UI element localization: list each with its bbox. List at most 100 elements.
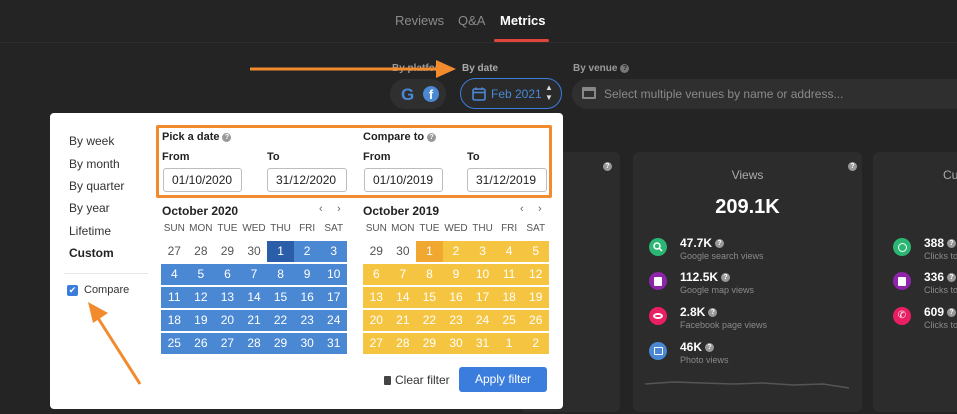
calendar-day[interactable]: 9	[293, 264, 321, 285]
facebook-icon[interactable]: f	[423, 86, 439, 102]
calendar-day[interactable]: 24	[469, 310, 496, 331]
calendar-day[interactable]: 18	[161, 310, 188, 331]
calendar-day[interactable]: 18	[495, 287, 523, 308]
calendar-day[interactable]: 1	[495, 333, 523, 354]
calendar-day[interactable]: 21	[240, 310, 268, 331]
calendar-day[interactable]: 5	[187, 264, 215, 285]
calendar-day[interactable]: 23	[442, 310, 470, 331]
prev-month-icon-2[interactable]: ‹	[520, 203, 524, 215]
calendar-day[interactable]: 20	[363, 310, 390, 331]
option-by-month[interactable]: By month	[69, 157, 120, 171]
google-icon[interactable]: G	[401, 85, 414, 105]
calendar-day[interactable]: 9	[442, 264, 470, 285]
calendar-day[interactable]: 27	[214, 333, 241, 354]
calendar-day[interactable]: 26	[522, 310, 549, 331]
calendar-day[interactable]: 15	[416, 287, 443, 308]
next-month-icon-1[interactable]: ›	[337, 203, 341, 215]
calendar-day[interactable]: 2	[293, 241, 321, 262]
calendar-day[interactable]: 12	[187, 287, 215, 308]
tab-qa[interactable]: Q&A	[458, 13, 485, 28]
calendar-day[interactable]: 27	[161, 241, 188, 262]
calendar-day[interactable]: 26	[187, 333, 215, 354]
calendar-day[interactable]: 7	[240, 264, 268, 285]
help-icon: ?	[947, 239, 957, 249]
tab-metrics[interactable]: Metrics	[500, 13, 546, 28]
option-by-quarter[interactable]: By quarter	[69, 179, 124, 193]
option-by-week[interactable]: By week	[69, 134, 114, 148]
calendar-day[interactable]: 25	[495, 310, 523, 331]
calendar-day[interactable]: 16	[293, 287, 321, 308]
calendar-day[interactable]: 2	[442, 241, 470, 262]
calendar-day[interactable]: 21	[389, 310, 417, 331]
calendar-day[interactable]: 3	[320, 241, 347, 262]
calendar-day[interactable]: 28	[240, 333, 268, 354]
calendar-day[interactable]: 31	[469, 333, 496, 354]
calendar-day[interactable]: 11	[161, 287, 188, 308]
calendar-day[interactable]: 10	[320, 264, 347, 285]
calendar-day[interactable]: 16	[442, 287, 470, 308]
calendar-day[interactable]: 12	[522, 264, 549, 285]
calendar-day[interactable]: 31	[320, 333, 347, 354]
prev-month-icon-1[interactable]: ‹	[319, 203, 323, 215]
trash-icon	[384, 376, 391, 385]
calendar-day[interactable]: 8	[267, 264, 294, 285]
calendar-day[interactable]: 29	[267, 333, 294, 354]
calendar-day[interactable]: 13	[214, 287, 241, 308]
option-custom[interactable]: Custom	[69, 246, 114, 260]
calendar-day[interactable]: 14	[389, 287, 417, 308]
calendar-day[interactable]: 24	[320, 310, 347, 331]
calendar-day[interactable]: 1	[267, 241, 294, 262]
calendar-day[interactable]: 4	[161, 264, 188, 285]
calendar-day[interactable]: 30	[442, 333, 470, 354]
calendar-day[interactable]: 6	[214, 264, 241, 285]
option-lifetime[interactable]: Lifetime	[69, 224, 111, 238]
next-month-icon-2[interactable]: ›	[538, 203, 542, 215]
apply-filter-button[interactable]: Apply filter	[459, 367, 547, 392]
calendar-day[interactable]: 29	[214, 241, 241, 262]
search-icon	[649, 238, 667, 256]
calendar-day[interactable]: 5	[522, 241, 549, 262]
weekday-header: WED	[444, 223, 468, 234]
store-icon	[582, 87, 596, 99]
calendar-day[interactable]: 15	[267, 287, 294, 308]
calendar-day[interactable]: 19	[522, 287, 549, 308]
calendar-day[interactable]: 10	[469, 264, 496, 285]
calendar-day[interactable]: 17	[469, 287, 496, 308]
weekday-header: THU	[472, 223, 493, 234]
calendar-2: SUN MON TUE WED THU FRI SAT 29 30 1 2 3 4 5 6 7 8 9 10 11 1…	[363, 221, 549, 354]
venue-search[interactable]: Select multiple venues by name or addres…	[572, 79, 957, 109]
calendar-day[interactable]: 4	[495, 241, 523, 262]
calendar-day[interactable]: 22	[267, 310, 294, 331]
calendar-day[interactable]: 30	[293, 333, 321, 354]
calendar-day[interactable]: 30	[390, 241, 417, 262]
calendar-day[interactable]: 1	[416, 241, 443, 262]
calendar-day[interactable]: 8	[416, 264, 443, 285]
calendar-day[interactable]: 29	[416, 333, 443, 354]
calendar-day[interactable]: 14	[240, 287, 268, 308]
calendar-day[interactable]: 28	[188, 241, 215, 262]
photo-icon	[649, 342, 667, 360]
date-selector[interactable]: Feb 2021 ▲ ▼	[460, 78, 562, 109]
header-divider	[0, 42, 957, 43]
calendar-day[interactable]: 25	[161, 333, 188, 354]
calendar-day[interactable]: 6	[363, 264, 390, 285]
clear-filter-button[interactable]: Clear filter	[384, 373, 450, 387]
calendar-day[interactable]: 28	[389, 333, 417, 354]
calendar-day[interactable]: 27	[363, 333, 390, 354]
option-by-year[interactable]: By year	[69, 201, 110, 215]
calendar-day[interactable]: 13	[363, 287, 390, 308]
calendar-day[interactable]: 7	[389, 264, 417, 285]
calendar-day[interactable]: 3	[469, 241, 496, 262]
compare-checkbox[interactable]: ✔	[67, 285, 78, 296]
tab-reviews[interactable]: Reviews	[395, 13, 444, 28]
calendar-day[interactable]: 30	[241, 241, 268, 262]
calendar-day[interactable]: 2	[522, 333, 549, 354]
calendar-day[interactable]: 19	[187, 310, 215, 331]
calendar-day[interactable]: 23	[293, 310, 321, 331]
calendar-day[interactable]: 22	[416, 310, 443, 331]
help-icon: ?	[705, 343, 715, 353]
calendar-day[interactable]: 29	[363, 241, 390, 262]
calendar-day[interactable]: 17	[320, 287, 347, 308]
calendar-day[interactable]: 11	[495, 264, 523, 285]
calendar-day[interactable]: 20	[214, 310, 241, 331]
